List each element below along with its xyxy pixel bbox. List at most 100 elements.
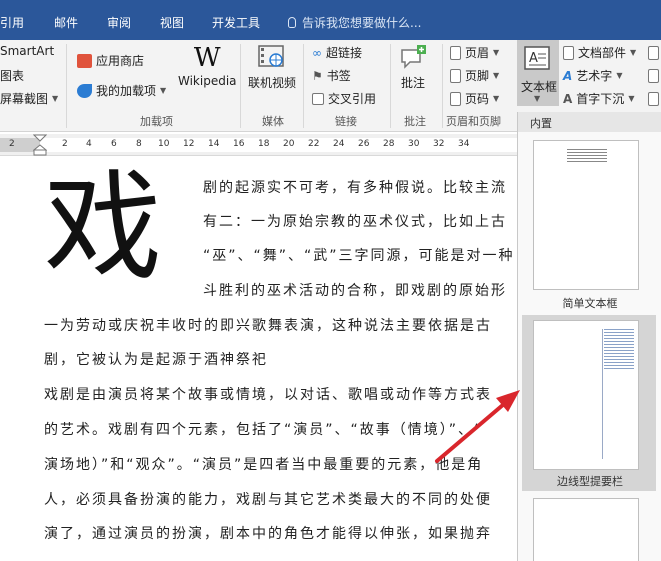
gallery-item-simple-textbox[interactable] bbox=[533, 140, 639, 290]
page-number-button[interactable]: 页码 ▼ bbox=[450, 90, 499, 107]
paragraph-line: 人，必须具备扮演的能力，戏剧与其它艺术类最大的不同的处便 bbox=[44, 492, 492, 508]
chevron-down-icon: ▼ bbox=[616, 71, 623, 80]
ruler-tick: 30 bbox=[408, 139, 420, 149]
group-label-header-footer: 页眉和页脚 bbox=[446, 115, 501, 128]
tell-me-box[interactable]: 告诉我您想要做什么... bbox=[288, 14, 421, 31]
gallery-item-sideline-sidebar[interactable] bbox=[533, 320, 639, 470]
wordart-button[interactable]: A 艺术字 ▼ bbox=[563, 67, 622, 84]
gallery-item-label: 简单文本框 bbox=[562, 297, 618, 310]
object-icon[interactable] bbox=[648, 92, 659, 106]
gallery-section-title: 内置 bbox=[530, 117, 552, 130]
video-icon bbox=[258, 45, 284, 67]
ruler-tick: 18 bbox=[258, 139, 270, 149]
textbox-gallery: 内置 简单文本框 边线型提要栏 bbox=[517, 112, 661, 561]
smartart-button[interactable]: SmartArt bbox=[0, 44, 54, 58]
group-separator bbox=[442, 44, 443, 128]
paragraph-line: 剧，它被认为是起源于酒神祭祀 bbox=[44, 352, 268, 368]
ruler-tick: 22 bbox=[308, 139, 320, 149]
ruler-tick: 2 bbox=[9, 139, 15, 149]
sidebar-preview bbox=[604, 329, 634, 369]
chevron-down-icon: ▼ bbox=[630, 48, 637, 57]
header-label: 页眉 bbox=[465, 46, 490, 60]
page-number-label: 页码 bbox=[465, 92, 490, 106]
paragraph-line: 一为劳动或庆祝丰收时的即兴歌舞表演，这种说法主要依据是古 bbox=[44, 318, 492, 334]
group-label-media: 媒体 bbox=[262, 115, 284, 128]
new-comment-button[interactable]: 批注 bbox=[398, 44, 428, 91]
cross-reference-label: 交叉引用 bbox=[328, 92, 377, 106]
textbox-icon: A bbox=[524, 46, 550, 70]
tab-mailings[interactable]: 邮件 bbox=[54, 14, 78, 31]
chevron-down-icon: ▼ bbox=[534, 94, 541, 103]
quick-parts-button[interactable]: 文档部件 ▼ bbox=[563, 44, 636, 61]
hyperlink-button[interactable]: ∞ 超链接 bbox=[312, 44, 362, 61]
chevron-down-icon: ▼ bbox=[493, 71, 500, 80]
app-store-button[interactable]: 应用商店 bbox=[77, 52, 144, 69]
footer-button[interactable]: 页脚 ▼ bbox=[450, 67, 499, 84]
tab-review[interactable]: 审阅 bbox=[107, 14, 131, 31]
group-label-addins: 加载项 bbox=[140, 115, 173, 128]
paragraph-line: 的艺术。戏剧有四个元素，包括了“演员”、“故事（情境）”、“ bbox=[44, 422, 484, 438]
paragraph-line: 演了，通过演员的扮演，剧本中的角色才能得以伸张，如果抛弃 bbox=[44, 526, 492, 542]
addins-icon bbox=[77, 83, 92, 98]
ruler-tick: 10 bbox=[158, 139, 170, 149]
tab-view[interactable]: 视图 bbox=[160, 14, 184, 31]
textbox-button[interactable]: A 文本框 ▼ bbox=[517, 40, 559, 106]
chart-button[interactable]: 图表 bbox=[0, 67, 24, 84]
group-separator bbox=[66, 44, 67, 128]
lightbulb-icon bbox=[288, 17, 296, 28]
indent-marker-icon[interactable] bbox=[33, 134, 47, 156]
gallery-section-header: 内置 bbox=[518, 112, 661, 132]
gallery-item-next[interactable] bbox=[533, 498, 639, 561]
comment-plus-icon bbox=[401, 45, 426, 69]
hyperlink-label: 超链接 bbox=[326, 46, 363, 60]
quick-parts-icon bbox=[563, 45, 574, 60]
tab-references[interactable]: 引用 bbox=[0, 14, 24, 31]
wordart-icon: A bbox=[563, 68, 573, 83]
screenshot-button[interactable]: 屏幕截图 ▼ bbox=[0, 90, 58, 107]
bookmark-button[interactable]: ⚑ 书签 bbox=[312, 67, 351, 84]
comment-label: 批注 bbox=[400, 76, 425, 90]
tab-developer[interactable]: 开发工具 bbox=[212, 14, 260, 31]
paragraph-line: 演场地）”和“观众”。“演员”是四者当中最重要的元素，他是角 bbox=[44, 457, 484, 473]
wikipedia-button[interactable]: W Wikipedia bbox=[178, 44, 237, 88]
chart-label: 图表 bbox=[0, 69, 25, 83]
ruler-tick: 24 bbox=[333, 139, 345, 149]
svg-text:A: A bbox=[529, 51, 538, 66]
header-button[interactable]: 页眉 ▼ bbox=[450, 44, 499, 61]
online-video-button[interactable]: 联机视频 bbox=[248, 44, 296, 91]
link-chain-icon: ∞ bbox=[312, 45, 322, 60]
textbox-label: 文本框 bbox=[521, 80, 558, 94]
ruler-tick: 34 bbox=[458, 139, 470, 149]
document-page[interactable]: 戏 剧的起源实不可考，有多种假说。比较主流 有二：一为原始宗教的巫术仪式，比如上… bbox=[0, 157, 517, 561]
group-separator bbox=[390, 44, 391, 128]
ruler-tick: 32 bbox=[433, 139, 445, 149]
dropcap-button[interactable]: A 首字下沉 ▼ bbox=[563, 90, 634, 107]
cross-reference-button[interactable]: 交叉引用 bbox=[312, 90, 376, 107]
ruler-tick: 26 bbox=[358, 139, 370, 149]
dropcap-icon: A bbox=[563, 91, 573, 106]
group-label-links: 链接 bbox=[335, 115, 357, 128]
paragraph-line: 斗胜利的巫术活动的合称，即戏剧的原始形 bbox=[203, 283, 507, 299]
horizontal-ruler[interactable]: 2 2 4 6 8 10 12 14 16 18 20 22 24 26 28 … bbox=[0, 134, 517, 156]
footer-label: 页脚 bbox=[465, 69, 490, 83]
my-addins-button[interactable]: 我的加载项 ▼ bbox=[77, 82, 166, 99]
ruler-tick: 16 bbox=[233, 139, 245, 149]
store-bag-icon bbox=[77, 53, 92, 68]
page-number-icon bbox=[450, 91, 461, 106]
group-separator bbox=[303, 44, 304, 128]
signature-line-icon[interactable] bbox=[648, 46, 659, 60]
ruler-tick: 4 bbox=[86, 139, 92, 149]
quick-parts-label: 文档部件 bbox=[578, 46, 627, 60]
ruler-tick: 12 bbox=[183, 139, 195, 149]
group-label-comments: 批注 bbox=[404, 115, 426, 128]
date-time-icon[interactable] bbox=[648, 69, 659, 83]
ruler-tick: 20 bbox=[283, 139, 295, 149]
bookmark-label: 书签 bbox=[326, 69, 351, 83]
ruler-tick: 28 bbox=[383, 139, 395, 149]
bookmark-flag-icon: ⚑ bbox=[312, 68, 323, 83]
group-separator bbox=[240, 44, 241, 128]
wordart-label: 艺术字 bbox=[576, 69, 613, 83]
chevron-down-icon: ▼ bbox=[52, 94, 59, 103]
ribbon-tab-bar: 引用 邮件 审阅 视图 开发工具 告诉我您想要做什么... bbox=[0, 0, 661, 40]
chevron-down-icon: ▼ bbox=[160, 86, 167, 95]
